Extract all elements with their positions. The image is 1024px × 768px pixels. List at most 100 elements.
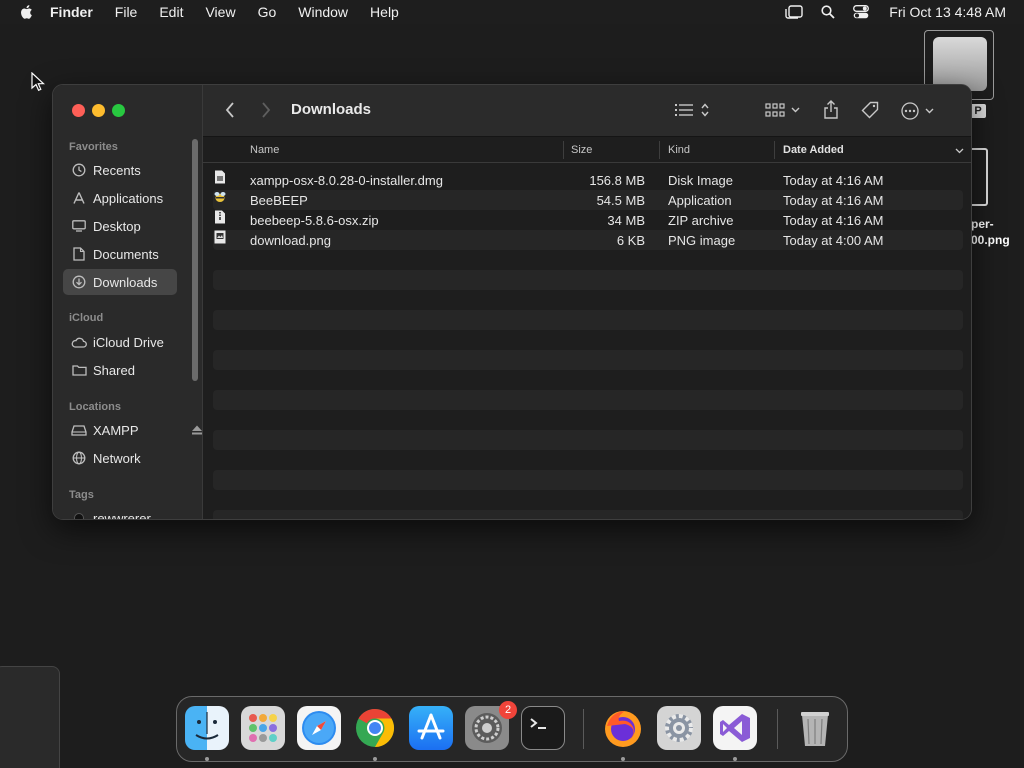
window-controls (72, 104, 132, 117)
empty-row (213, 310, 963, 330)
file-size: 34 MB (607, 213, 645, 228)
menu-help[interactable]: Help (370, 4, 399, 20)
menu-view[interactable]: View (205, 4, 235, 20)
file-kind: ZIP archive (668, 213, 734, 228)
trash-icon[interactable] (793, 706, 837, 750)
launchpad-icon[interactable] (241, 706, 285, 750)
file-date: Today at 4:00 AM (783, 233, 884, 248)
chevron-right-icon (262, 102, 271, 118)
desktop-file-icon[interactable] (972, 148, 988, 206)
close-button[interactable] (72, 104, 85, 117)
view-options-button[interactable] (675, 103, 709, 117)
column-divider[interactable] (774, 141, 775, 159)
download-icon (71, 274, 87, 290)
sidebar: Favorites Recents Applications Desktop D… (53, 85, 203, 519)
list-view-icon (675, 104, 693, 116)
sidebar-item-downloads[interactable]: Downloads (63, 269, 177, 295)
menu-edit[interactable]: Edit (159, 4, 183, 20)
stage-manager-icon[interactable] (785, 5, 803, 19)
table-row[interactable]: xampp-osx-8.0.28-0-installer.dmg 156.8 M… (213, 170, 963, 190)
menu-bar: Finder File Edit View Go Window Help Fri… (0, 0, 1024, 24)
visual-studio-icon[interactable] (713, 706, 757, 750)
terminal-icon[interactable] (521, 706, 565, 750)
system-preferences-icon[interactable] (657, 706, 701, 750)
partial-window (0, 666, 60, 768)
tags-button[interactable] (861, 101, 879, 119)
spotlight-search-icon[interactable] (821, 5, 835, 19)
desktop-file-label-line1: per- (971, 217, 994, 231)
chevron-down-icon (791, 107, 800, 113)
sidebar-item-documents[interactable]: Documents (63, 241, 177, 267)
sidebar-section-tags: Tags (69, 489, 94, 501)
column-divider[interactable] (563, 141, 564, 159)
menu-clock[interactable]: Fri Oct 13 4:48 AM (889, 4, 1006, 20)
running-indicator (373, 757, 377, 761)
sidebar-item-network[interactable]: Network (63, 445, 177, 471)
safari-icon[interactable] (297, 706, 341, 750)
tag-icon (861, 101, 879, 119)
apple-logo-icon[interactable] (18, 3, 36, 21)
dock: 2 (176, 696, 848, 762)
shared-folder-icon (71, 362, 87, 378)
sidebar-item-label: XAMPP (93, 422, 139, 438)
sidebar-scrollbar[interactable] (192, 139, 198, 381)
sidebar-item-recents[interactable]: Recents (63, 157, 177, 183)
sidebar-item-label: Documents (93, 246, 159, 262)
menu-file[interactable]: File (115, 4, 138, 20)
system-settings-icon[interactable]: 2 (465, 701, 517, 750)
minimize-button[interactable] (92, 104, 105, 117)
action-button[interactable] (901, 102, 934, 120)
column-size[interactable]: Size (571, 144, 592, 156)
up-down-chevron-icon (701, 103, 709, 117)
sidebar-item-applications[interactable]: Applications (63, 185, 177, 211)
forward-button[interactable] (261, 102, 271, 118)
sidebar-item-tag-rewwrerer[interactable]: rewwrerer (63, 505, 177, 519)
tag-dot-icon (71, 510, 87, 519)
disk-image-file-icon (215, 170, 225, 184)
table-row[interactable]: download.png 6 KB PNG image Today at 4:0… (213, 230, 963, 250)
empty-row (213, 470, 963, 490)
share-button[interactable] (823, 100, 839, 119)
file-size: 6 KB (616, 233, 645, 248)
table-row[interactable]: beebeep-5.8.6-osx.zip 34 MB ZIP archive … (213, 210, 963, 230)
chevron-down-icon (955, 148, 964, 154)
finder-icon[interactable] (185, 706, 229, 750)
empty-row (213, 430, 963, 450)
image-file-icon (214, 230, 226, 244)
back-button[interactable] (225, 102, 235, 118)
grid-icon (765, 103, 785, 117)
firefox-icon[interactable] (601, 706, 645, 750)
group-button[interactable] (765, 103, 800, 117)
chrome-icon[interactable] (353, 706, 397, 750)
desktop-icon (71, 218, 87, 234)
menu-window[interactable]: Window (298, 4, 348, 20)
eject-icon[interactable] (191, 423, 203, 438)
column-name[interactable]: Name (250, 144, 279, 156)
desktop-file-label-line2: 00.png (971, 233, 1010, 247)
sidebar-item-desktop[interactable]: Desktop (63, 213, 177, 239)
file-name: beebeep-5.8.6-osx.zip (250, 213, 379, 228)
drive-icon (71, 422, 87, 438)
finder-window: Favorites Recents Applications Desktop D… (52, 84, 972, 520)
table-row[interactable]: BeeBEEP 54.5 MB Application Today at 4:1… (213, 190, 963, 210)
menu-app-name[interactable]: Finder (50, 4, 93, 20)
toolbar: Downloads (203, 85, 971, 137)
menu-go[interactable]: Go (258, 4, 277, 20)
column-divider[interactable] (659, 141, 660, 159)
app-store-icon[interactable] (409, 706, 453, 750)
column-date-added[interactable]: Date Added (783, 144, 844, 156)
sidebar-item-xampp[interactable]: XAMPP (63, 417, 202, 443)
empty-row (213, 350, 963, 370)
control-center-icon[interactable] (853, 5, 870, 19)
sidebar-item-icloud-drive[interactable]: iCloud Drive (63, 329, 177, 355)
sidebar-section-locations: Locations (69, 401, 121, 413)
globe-icon (71, 450, 87, 466)
zoom-button[interactable] (112, 104, 125, 117)
sidebar-item-shared[interactable]: Shared (63, 357, 177, 383)
share-icon (824, 100, 838, 119)
chevron-down-icon (925, 108, 934, 114)
desktop-file-label[interactable]: per- 00.png (971, 216, 1024, 248)
clock-icon (71, 162, 87, 178)
desktop-drive-label: P (970, 104, 986, 118)
column-kind[interactable]: Kind (668, 144, 690, 156)
